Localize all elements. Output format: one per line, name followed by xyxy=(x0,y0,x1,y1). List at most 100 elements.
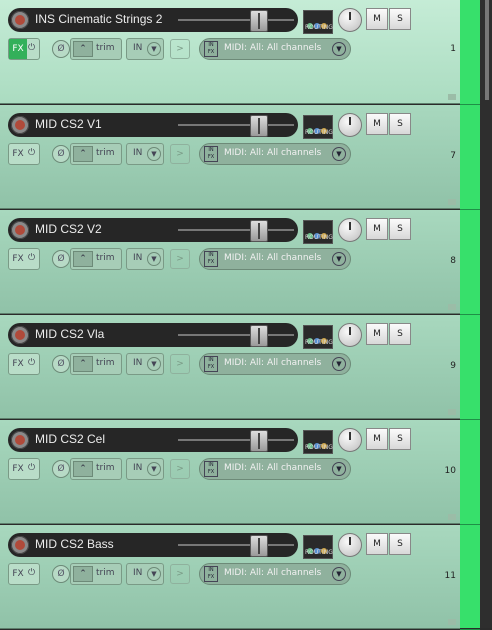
trim-button[interactable]: ⌃ trim xyxy=(70,38,122,60)
monitor-icon[interactable]: > xyxy=(170,249,190,269)
track-name[interactable]: MID CS2 Vla xyxy=(35,327,104,341)
solo-button[interactable]: S xyxy=(389,323,411,345)
scrollbar-thumb[interactable] xyxy=(485,0,489,100)
track-name-bar[interactable]: MID CS2 Bass xyxy=(8,533,298,557)
record-arm-icon[interactable] xyxy=(11,326,29,344)
power-icon[interactable]: ⏻ xyxy=(28,148,35,158)
mute-button[interactable]: M xyxy=(366,323,388,345)
routing-button[interactable]: ROUTING xyxy=(303,535,333,559)
mute-button[interactable]: M xyxy=(366,428,388,450)
input-button[interactable]: IN ▼ xyxy=(126,143,164,165)
volume-fader-knob[interactable] xyxy=(250,535,268,557)
routing-button[interactable]: ROUTING xyxy=(303,115,333,139)
monitor-icon[interactable]: > xyxy=(170,39,190,59)
track-panel[interactable]: INS Cinematic Strings 2 ROUTING M S FX ⏻… xyxy=(0,0,460,104)
routing-button[interactable]: ROUTING xyxy=(303,325,333,349)
track-panel[interactable]: MID CS2 V1 ROUTING M S FX ⏻ Ø ⌃ trim IN … xyxy=(0,105,460,209)
input-button[interactable]: IN ▼ xyxy=(126,248,164,270)
phase-icon[interactable]: Ø xyxy=(52,460,70,478)
input-button[interactable]: IN ▼ xyxy=(126,458,164,480)
monitor-icon[interactable]: > xyxy=(170,354,190,374)
record-arm-icon[interactable] xyxy=(11,431,29,449)
input-button[interactable]: IN ▼ xyxy=(126,563,164,585)
pan-knob[interactable] xyxy=(338,428,362,452)
volume-fader-knob[interactable] xyxy=(250,10,268,32)
power-icon[interactable]: ⏻ xyxy=(28,358,35,368)
trim-button[interactable]: ⌃ trim xyxy=(70,143,122,165)
track-name[interactable]: MID CS2 V2 xyxy=(35,222,102,236)
fx-button[interactable]: FX ⏻ xyxy=(8,563,40,585)
track-name[interactable]: MID CS2 Bass xyxy=(35,537,114,551)
monitor-icon[interactable]: > xyxy=(170,144,190,164)
power-icon[interactable]: ⏻ xyxy=(28,43,35,53)
power-icon[interactable]: ⏻ xyxy=(28,463,35,473)
folder-icon[interactable] xyxy=(448,409,456,415)
phase-icon[interactable]: Ø xyxy=(52,40,70,58)
input-button[interactable]: IN ▼ xyxy=(126,353,164,375)
midi-input-selector[interactable]: IN FX MIDI: All: All channels ▼ xyxy=(199,353,351,375)
midi-input-selector[interactable]: IN FX MIDI: All: All channels ▼ xyxy=(199,38,351,60)
mute-button[interactable]: M xyxy=(366,8,388,30)
fx-button[interactable]: FX ⏻ xyxy=(8,248,40,270)
record-arm-icon[interactable] xyxy=(11,536,29,554)
trim-button[interactable]: ⌃ trim xyxy=(70,248,122,270)
solo-button[interactable]: S xyxy=(389,533,411,555)
trim-button[interactable]: ⌃ trim xyxy=(70,353,122,375)
monitor-icon[interactable]: > xyxy=(170,459,190,479)
record-arm-icon[interactable] xyxy=(11,221,29,239)
track-name-bar[interactable]: INS Cinematic Strings 2 xyxy=(8,8,298,32)
input-button[interactable]: IN ▼ xyxy=(126,38,164,60)
track-panel[interactable]: MID CS2 Vla ROUTING M S FX ⏻ Ø ⌃ trim IN… xyxy=(0,315,460,419)
track-name[interactable]: MID CS2 V1 xyxy=(35,117,102,131)
pan-knob[interactable] xyxy=(338,533,362,557)
folder-icon[interactable] xyxy=(448,304,456,310)
pan-knob[interactable] xyxy=(338,8,362,32)
track-name-bar[interactable]: MID CS2 V1 xyxy=(8,113,298,137)
track-panel[interactable]: MID CS2 V2 ROUTING M S FX ⏻ Ø ⌃ trim IN … xyxy=(0,210,460,314)
volume-fader-knob[interactable] xyxy=(250,325,268,347)
fx-button[interactable]: FX ⏻ xyxy=(8,458,40,480)
fx-button[interactable]: FX ⏻ xyxy=(8,353,40,375)
midi-input-selector[interactable]: IN FX MIDI: All: All channels ▼ xyxy=(199,563,351,585)
volume-fader-knob[interactable] xyxy=(250,430,268,452)
folder-icon[interactable] xyxy=(448,94,456,100)
pan-knob[interactable] xyxy=(338,323,362,347)
power-icon[interactable]: ⏻ xyxy=(28,568,35,578)
folder-icon[interactable] xyxy=(448,199,456,205)
volume-fader-knob[interactable] xyxy=(250,220,268,242)
midi-input-selector[interactable]: IN FX MIDI: All: All channels ▼ xyxy=(199,458,351,480)
phase-icon[interactable]: Ø xyxy=(52,565,70,583)
track-panel[interactable]: MID CS2 Cel ROUTING M S FX ⏻ Ø ⌃ trim IN… xyxy=(0,420,460,524)
track-name[interactable]: MID CS2 Cel xyxy=(35,432,105,446)
fx-button[interactable]: FX ⏻ xyxy=(8,38,40,60)
mute-button[interactable]: M xyxy=(366,533,388,555)
solo-button[interactable]: S xyxy=(389,218,411,240)
solo-button[interactable]: S xyxy=(389,113,411,135)
trim-button[interactable]: ⌃ trim xyxy=(70,563,122,585)
fx-button[interactable]: FX ⏻ xyxy=(8,143,40,165)
record-arm-icon[interactable] xyxy=(11,11,29,29)
track-name-bar[interactable]: MID CS2 V2 xyxy=(8,218,298,242)
volume-fader-knob[interactable] xyxy=(250,115,268,137)
pan-knob[interactable] xyxy=(338,218,362,242)
routing-button[interactable]: ROUTING xyxy=(303,10,333,34)
folder-icon[interactable] xyxy=(448,514,456,520)
routing-button[interactable]: ROUTING xyxy=(303,220,333,244)
record-arm-icon[interactable] xyxy=(11,116,29,134)
routing-button[interactable]: ROUTING xyxy=(303,430,333,454)
mute-button[interactable]: M xyxy=(366,218,388,240)
track-name-bar[interactable]: MID CS2 Vla xyxy=(8,323,298,347)
midi-input-selector[interactable]: IN FX MIDI: All: All channels ▼ xyxy=(199,143,351,165)
track-name[interactable]: INS Cinematic Strings 2 xyxy=(35,12,162,26)
pan-knob[interactable] xyxy=(338,113,362,137)
solo-button[interactable]: S xyxy=(389,428,411,450)
phase-icon[interactable]: Ø xyxy=(52,355,70,373)
power-icon[interactable]: ⏻ xyxy=(28,253,35,263)
track-panel[interactable]: MID CS2 Bass ROUTING M S FX ⏻ Ø ⌃ trim I… xyxy=(0,525,460,629)
phase-icon[interactable]: Ø xyxy=(52,250,70,268)
trim-button[interactable]: ⌃ trim xyxy=(70,458,122,480)
solo-button[interactable]: S xyxy=(389,8,411,30)
mute-button[interactable]: M xyxy=(366,113,388,135)
track-name-bar[interactable]: MID CS2 Cel xyxy=(8,428,298,452)
folder-icon[interactable] xyxy=(448,619,456,625)
